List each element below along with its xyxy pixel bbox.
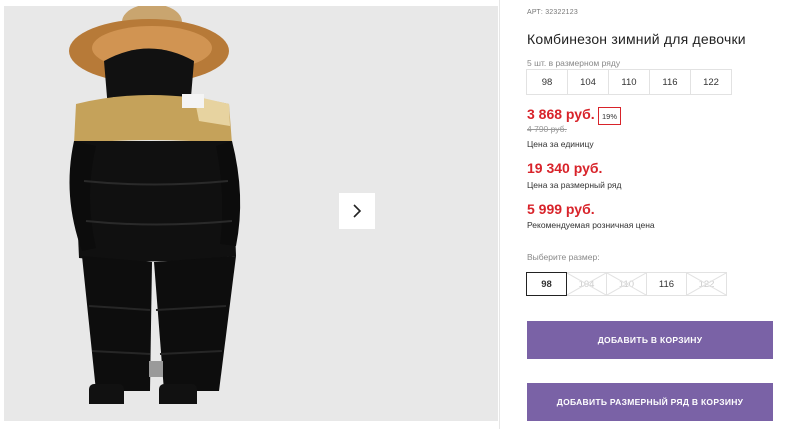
size-row-item: 110 <box>609 70 650 94</box>
product-photo[interactable] <box>4 6 314 421</box>
add-to-cart-button[interactable]: ДОБАВИТЬ В КОРЗИНУ <box>527 321 773 359</box>
size-option-label: 116 <box>658 278 675 290</box>
article-label: АРТ: <box>527 9 544 16</box>
product-title: Комбинезон зимний для девочки <box>527 31 746 47</box>
panel-divider <box>499 0 500 429</box>
size-select-label: Выберите размер: <box>527 252 600 262</box>
article-value: 32322123 <box>545 9 578 16</box>
discount-badge: 19% <box>598 107 621 125</box>
add-size-row-to-cart-button[interactable]: ДОБАВИТЬ РАЗМЕРНЫЙ РЯД В КОРЗИНУ <box>527 383 773 421</box>
retail-price: 5 999 руб. <box>527 201 595 217</box>
size-row-item: 104 <box>568 70 609 94</box>
size-selector: 98 104 110 116 122 <box>526 272 727 296</box>
size-row-item: 116 <box>650 70 691 94</box>
retail-price-caption: Рекомендуемая розничная цена <box>527 220 655 230</box>
current-price: 3 868 руб. <box>527 106 595 122</box>
row-price-caption: Цена за размерный ряд <box>527 180 622 190</box>
size-row-item: 98 <box>527 70 568 94</box>
size-row: 98 104 110 116 122 <box>526 69 732 95</box>
size-option-110: 110 <box>606 272 647 296</box>
unavailable-cross-icon <box>687 273 726 295</box>
product-photo-illustration <box>4 6 314 421</box>
size-option-116[interactable]: 116 <box>646 272 687 296</box>
chevron-right-icon <box>353 204 362 218</box>
article-number: АРТ: 32322123 <box>527 9 578 16</box>
row-price: 19 340 руб. <box>527 160 603 176</box>
unit-price-caption: Цена за единицу <box>527 139 594 149</box>
size-option-104: 104 <box>566 272 607 296</box>
size-option-label: 98 <box>541 278 552 290</box>
size-row-item: 122 <box>703 76 719 88</box>
old-price: 4 790 руб. <box>527 124 567 134</box>
size-option-122: 122 <box>686 272 727 296</box>
product-gallery <box>0 0 499 429</box>
unavailable-cross-icon <box>607 273 646 295</box>
unavailable-cross-icon <box>567 273 606 295</box>
size-option-98[interactable]: 98 <box>526 272 567 296</box>
size-row-label: 5 шт. в размерном ряду <box>527 58 621 68</box>
gallery-next-button[interactable] <box>339 193 375 229</box>
